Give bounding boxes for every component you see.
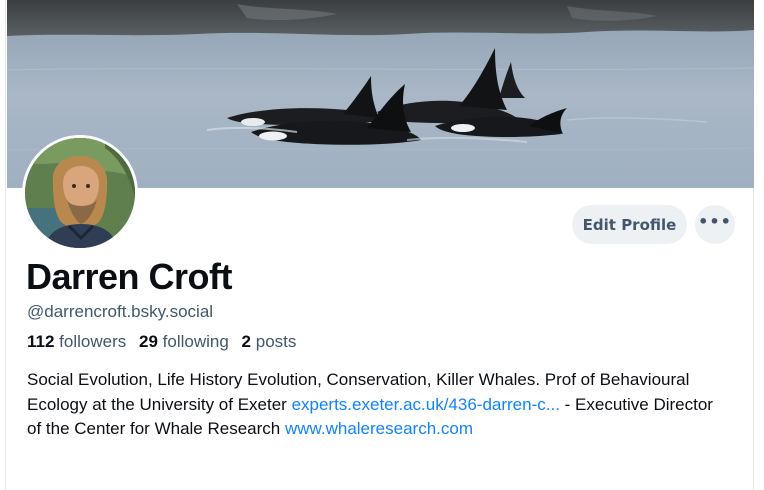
profile-bio: Social Evolution, Life History Evolution… bbox=[27, 368, 717, 442]
posts-count-group: 2 posts bbox=[242, 332, 297, 351]
bio-link-whaleresearch[interactable]: www.whaleresearch.com bbox=[285, 419, 473, 438]
profile-stats: 112 followers 29 following 2 posts bbox=[27, 332, 304, 352]
posts-label: posts bbox=[255, 332, 297, 351]
following-link[interactable]: 29 following bbox=[139, 332, 229, 351]
followers-count: 112 bbox=[27, 332, 55, 351]
posts-count: 2 bbox=[241, 332, 252, 351]
profile-page: Edit Profile ••• Darren Croft @darrencro… bbox=[0, 0, 764, 490]
following-label: following bbox=[162, 332, 229, 351]
avatar[interactable] bbox=[22, 135, 138, 251]
profile-handle: @darrencroft.bsky.social bbox=[27, 302, 214, 321]
followers-link[interactable]: 112 followers bbox=[27, 332, 126, 351]
profile-panel: Edit Profile ••• Darren Croft @darrencro… bbox=[5, 0, 754, 490]
bio-link-exeter[interactable]: experts.exeter.ac.uk/436-darren-c... bbox=[292, 395, 560, 414]
edit-profile-button[interactable]: Edit Profile bbox=[572, 205, 687, 244]
more-options-button[interactable]: ••• bbox=[695, 205, 735, 244]
following-count: 29 bbox=[139, 332, 158, 351]
ellipsis-icon: ••• bbox=[698, 211, 732, 231]
display-name: Darren Croft bbox=[26, 256, 233, 297]
followers-label: followers bbox=[59, 332, 127, 351]
